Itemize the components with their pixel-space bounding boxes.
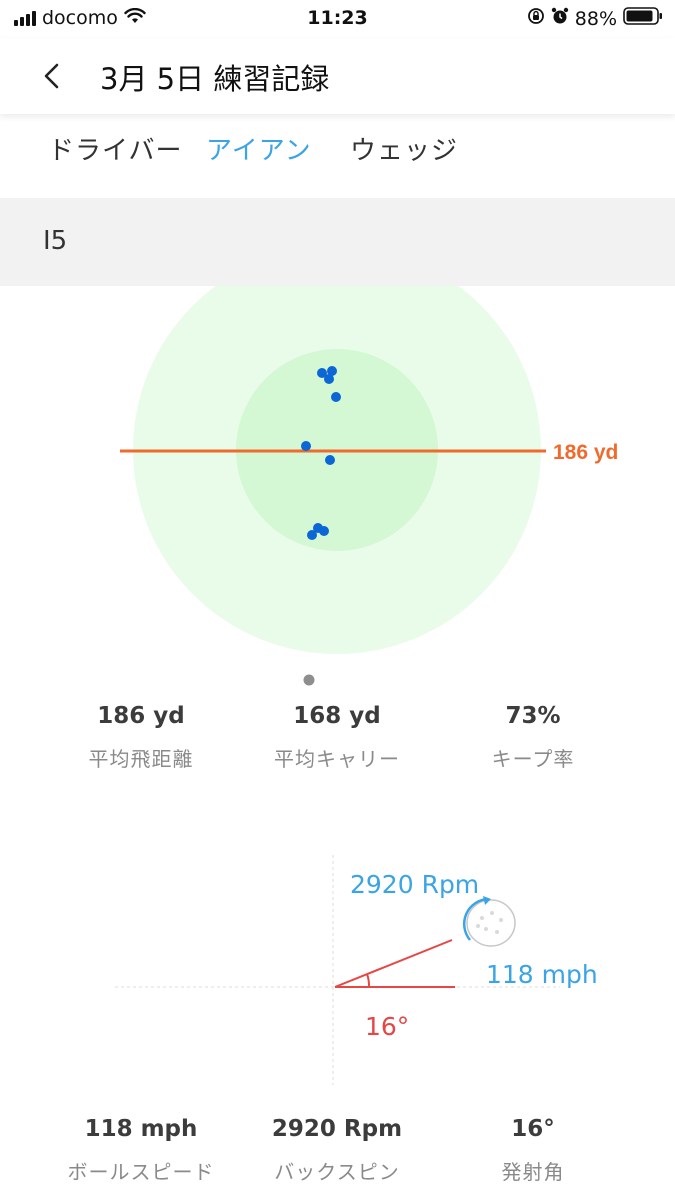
- shot-dot: [324, 374, 334, 384]
- battery-icon: [623, 6, 663, 31]
- shot-dispersion-chart: 186 yd: [120, 286, 618, 686]
- alarm-icon: [551, 7, 569, 30]
- angle-arc: [366, 973, 371, 988]
- launch-stats: 118 mph ボールスピード 2920 Rpm バックスピン 16° 発射角: [0, 1116, 675, 1196]
- shot-dot: [307, 530, 317, 540]
- tab-driver[interactable]: ドライバー: [48, 130, 182, 167]
- shot-dot: [319, 526, 329, 536]
- stat-value: 16°: [511, 1116, 555, 1142]
- club-label: I5: [43, 226, 68, 256]
- stat-value: 186 yd: [97, 703, 185, 729]
- cellular-signal-icon: [14, 10, 36, 26]
- stat-value: 118 mph: [84, 1116, 198, 1142]
- stat-launch-angle: 16° 発射角: [433, 1116, 633, 1185]
- stat-label: 平均飛距離: [88, 747, 194, 771]
- chevron-left-icon: [44, 63, 59, 89]
- stat-avg-distance: 186 yd 平均飛距離: [41, 703, 241, 772]
- launch-diagram: 2920 Rpm 118 mph 16°: [0, 850, 675, 1090]
- stat-label: 発射角: [501, 1160, 565, 1184]
- club-type-tabs: ドライバー アイアン ウェッジ: [0, 126, 675, 170]
- status-left: docomo: [14, 7, 146, 29]
- stat-backspin: 2920 Rpm バックスピン: [237, 1116, 437, 1185]
- backspin-label: 2920 Rpm: [350, 870, 480, 899]
- stat-value: 73%: [505, 703, 561, 729]
- app-header: 3月 5日 練習記録: [0, 38, 675, 114]
- stat-avg-carry: 168 yd 平均キャリー: [237, 703, 437, 772]
- stat-label: バックスピン: [274, 1160, 400, 1184]
- stat-keep-rate: 73% キープ率: [433, 703, 633, 772]
- club-section-header: I5: [0, 198, 675, 286]
- battery-percent: 88%: [574, 7, 617, 30]
- shot-dot: [331, 392, 341, 402]
- tee-position-dot: [303, 674, 315, 686]
- carrier-name: docomo: [42, 7, 118, 29]
- status-right: 88%: [527, 6, 663, 31]
- golf-ball-icon: [462, 896, 516, 947]
- stat-label: 平均キャリー: [274, 747, 400, 771]
- tab-wedge[interactable]: ウェッジ: [350, 130, 458, 167]
- back-button[interactable]: [30, 54, 74, 98]
- target-distance-label: 186 yd: [553, 441, 618, 464]
- status-bar: docomo 11:23 88%: [0, 0, 675, 38]
- tab-iron[interactable]: アイアン: [206, 130, 312, 167]
- stat-value: 168 yd: [293, 703, 381, 729]
- orientation-lock-icon: [527, 7, 545, 30]
- page-title: 3月 5日 練習記録: [100, 62, 330, 96]
- launch-angle-label: 16°: [365, 1012, 410, 1041]
- shot-dot: [301, 441, 311, 451]
- launch-direction-line: [334, 939, 453, 988]
- stat-value: 2920 Rpm: [271, 1116, 403, 1142]
- shot-dot: [325, 455, 335, 465]
- wifi-icon: [124, 7, 146, 29]
- stat-label: ボールスピード: [67, 1160, 215, 1184]
- stat-label: キープ率: [491, 747, 575, 771]
- distance-stats: 186 yd 平均飛距離 168 yd 平均キャリー 73% キープ率: [0, 703, 675, 783]
- stat-ball-speed: 118 mph ボールスピード: [41, 1116, 241, 1185]
- ball-speed-label: 118 mph: [486, 960, 598, 989]
